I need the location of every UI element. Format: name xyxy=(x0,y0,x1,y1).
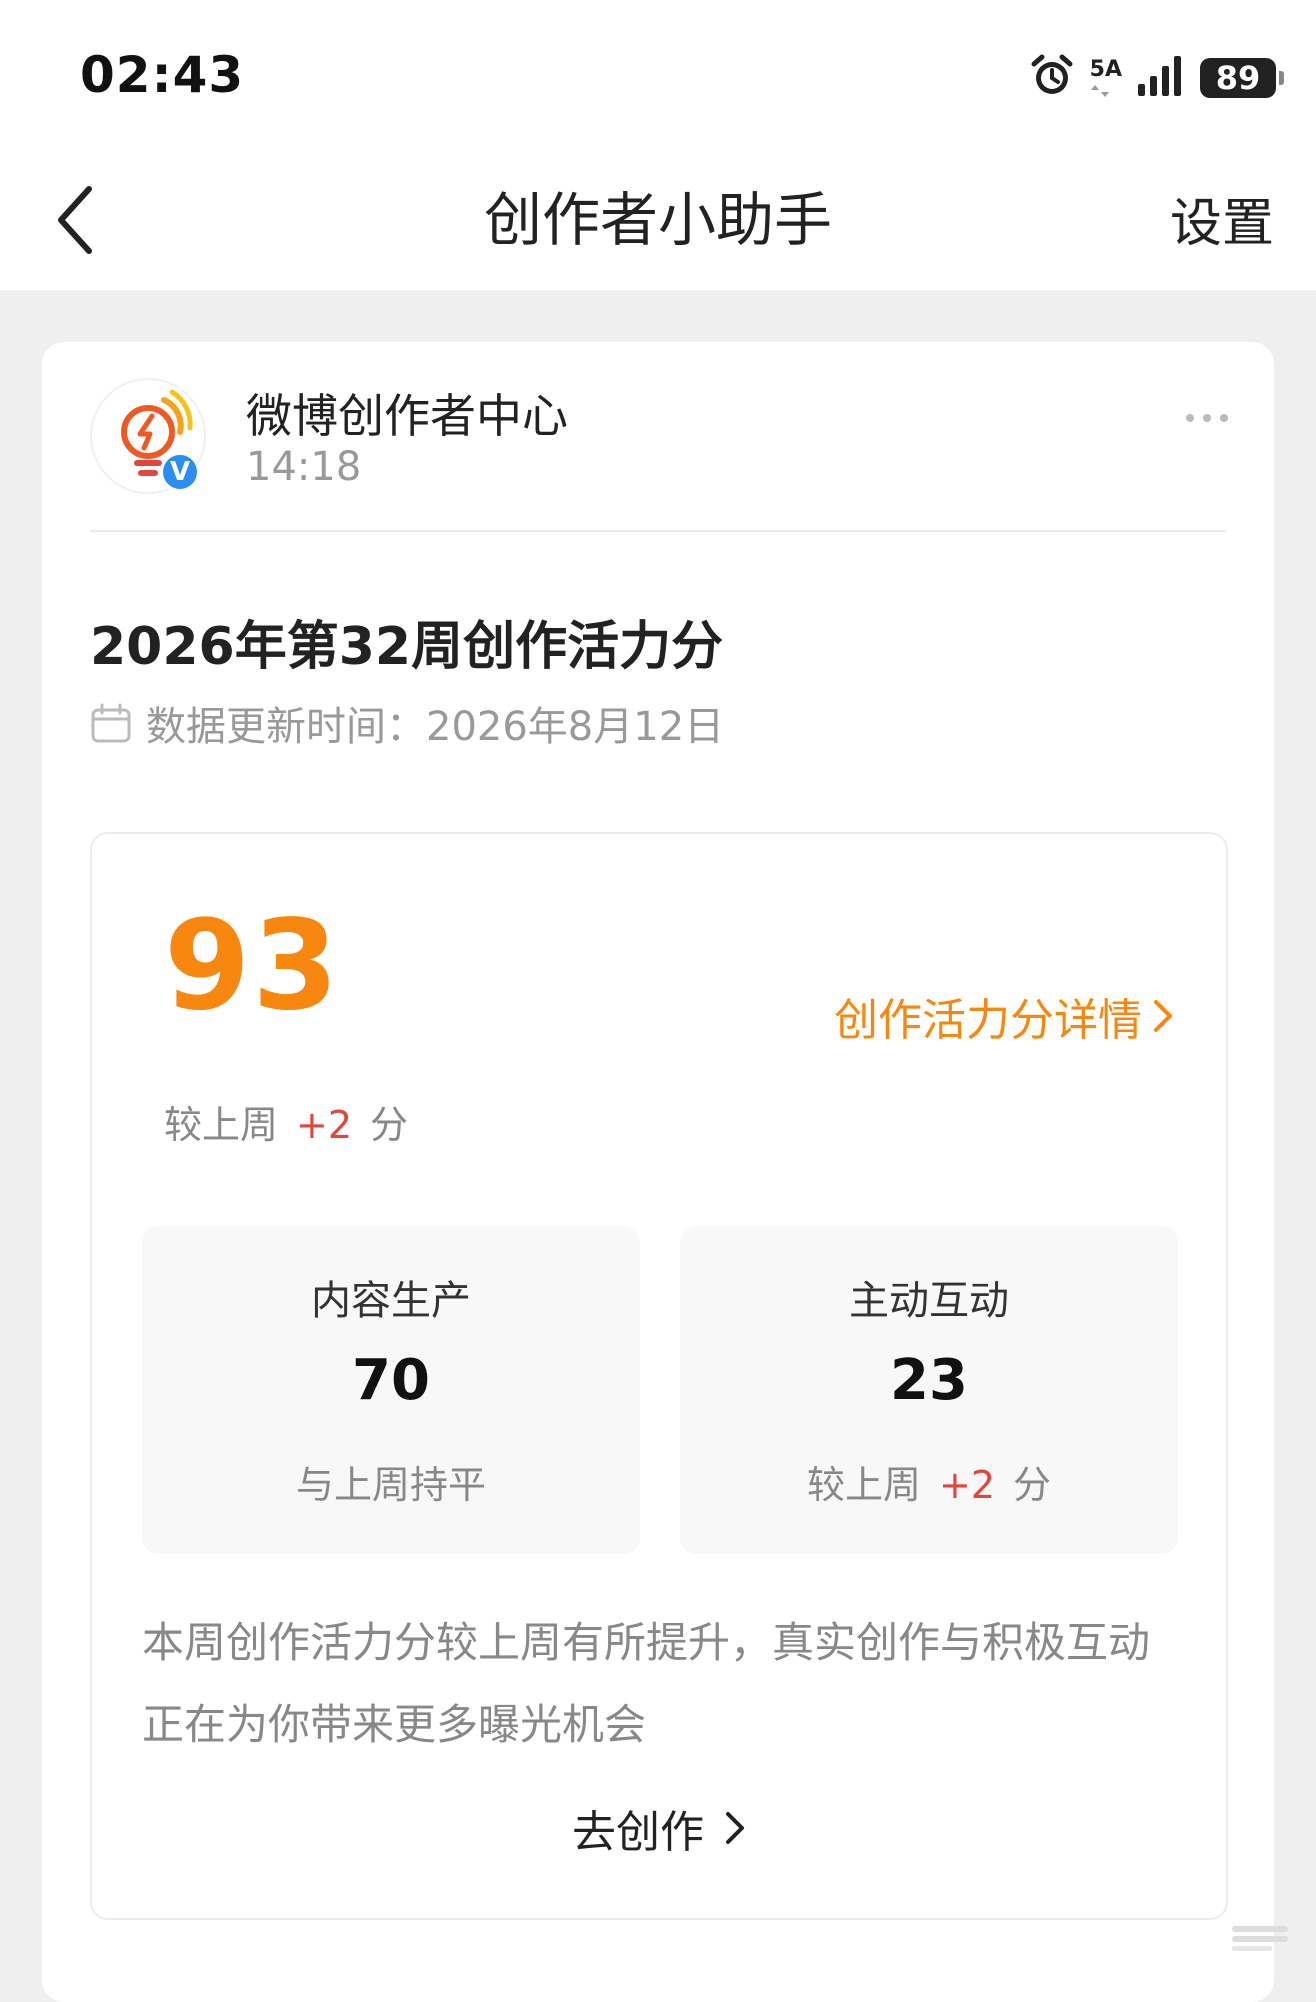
vitality-score: 93 xyxy=(164,894,341,1038)
watermark-icon xyxy=(1232,1926,1288,1951)
sub-score-note-text: 与上周持平 xyxy=(295,1463,486,1507)
battery-tip xyxy=(1279,71,1284,85)
message-card: V 微博创作者中心 14:18 2026年第32周创作活力分 数据更新时间：20… xyxy=(42,342,1274,2002)
sub-score-interaction: 主动互动 23 较上周 +2 分 xyxy=(680,1226,1178,1554)
summary-text: 本周创作活力分较上周有所提升，真实创作与积极互动正在为你带来更多曝光机会 xyxy=(142,1618,1151,1749)
page-title: 创作者小助手 xyxy=(483,186,832,254)
more-dots-icon[interactable] xyxy=(1186,414,1228,422)
compare-prefix: 较上周 xyxy=(164,1103,279,1147)
score-panel: 93 创作活力分详情 较上周 +2 分 内容生产 70 与上周持平 主动互动 2… xyxy=(90,832,1228,1920)
go-create-button[interactable]: 去创作 xyxy=(92,1796,1226,1860)
status-icons: 5A 89 xyxy=(1028,52,1284,104)
sub-score-value: 70 xyxy=(352,1348,430,1413)
sub-score-note: 与上周持平 xyxy=(142,1454,640,1509)
score-detail-label: 创作活力分详情 xyxy=(834,995,1142,1046)
sender-name[interactable]: 微博创作者中心 xyxy=(246,380,568,446)
sub-note-suffix: 分 xyxy=(1013,1463,1052,1507)
sub-score-value: 23 xyxy=(890,1348,968,1413)
go-create-label: 去创作 xyxy=(572,1807,704,1858)
network-indicator: 5A xyxy=(1090,59,1122,97)
divider xyxy=(90,530,1226,532)
verified-badge: V xyxy=(160,452,200,492)
alarm-icon xyxy=(1028,52,1076,104)
chevron-right-icon xyxy=(726,1812,744,1844)
sub-note-delta: +2 xyxy=(938,1463,996,1507)
sub-score-note: 较上周 +2 分 xyxy=(680,1454,1178,1509)
status-bar: 02:43 5A 89 xyxy=(0,0,1316,150)
status-time: 02:43 xyxy=(80,46,245,104)
sub-note-prefix: 较上周 xyxy=(806,1463,921,1507)
sub-score-label: 内容生产 xyxy=(311,1278,471,1324)
message-time: 14:18 xyxy=(246,444,362,490)
score-detail-link[interactable]: 创作活力分详情 xyxy=(834,984,1174,1048)
sub-score-content: 内容生产 70 与上周持平 xyxy=(142,1226,640,1554)
sub-score-label: 主动互动 xyxy=(849,1278,1009,1324)
chevron-right-icon xyxy=(1154,1000,1172,1032)
battery-level: 89 xyxy=(1215,59,1261,97)
nav-bar: 创作者小助手 设置 xyxy=(0,150,1316,290)
update-time-row: 数据更新时间：2026年8月12日 xyxy=(90,694,724,752)
message-title: 2026年第32周创作活力分 xyxy=(90,617,724,677)
signal-icon xyxy=(1136,54,1186,102)
settings-button[interactable]: 设置 xyxy=(1170,184,1274,264)
data-arrows-icon xyxy=(1090,85,1109,97)
update-time-text: 数据更新时间：2026年8月12日 xyxy=(146,704,725,750)
compare-suffix: 分 xyxy=(370,1103,409,1147)
calendar-icon xyxy=(91,703,131,743)
network-label: 5A xyxy=(1089,57,1122,82)
score-compare: 较上周 +2 分 xyxy=(164,1094,408,1149)
compare-delta: +2 xyxy=(296,1103,353,1147)
battery-icon: 89 xyxy=(1200,58,1284,98)
